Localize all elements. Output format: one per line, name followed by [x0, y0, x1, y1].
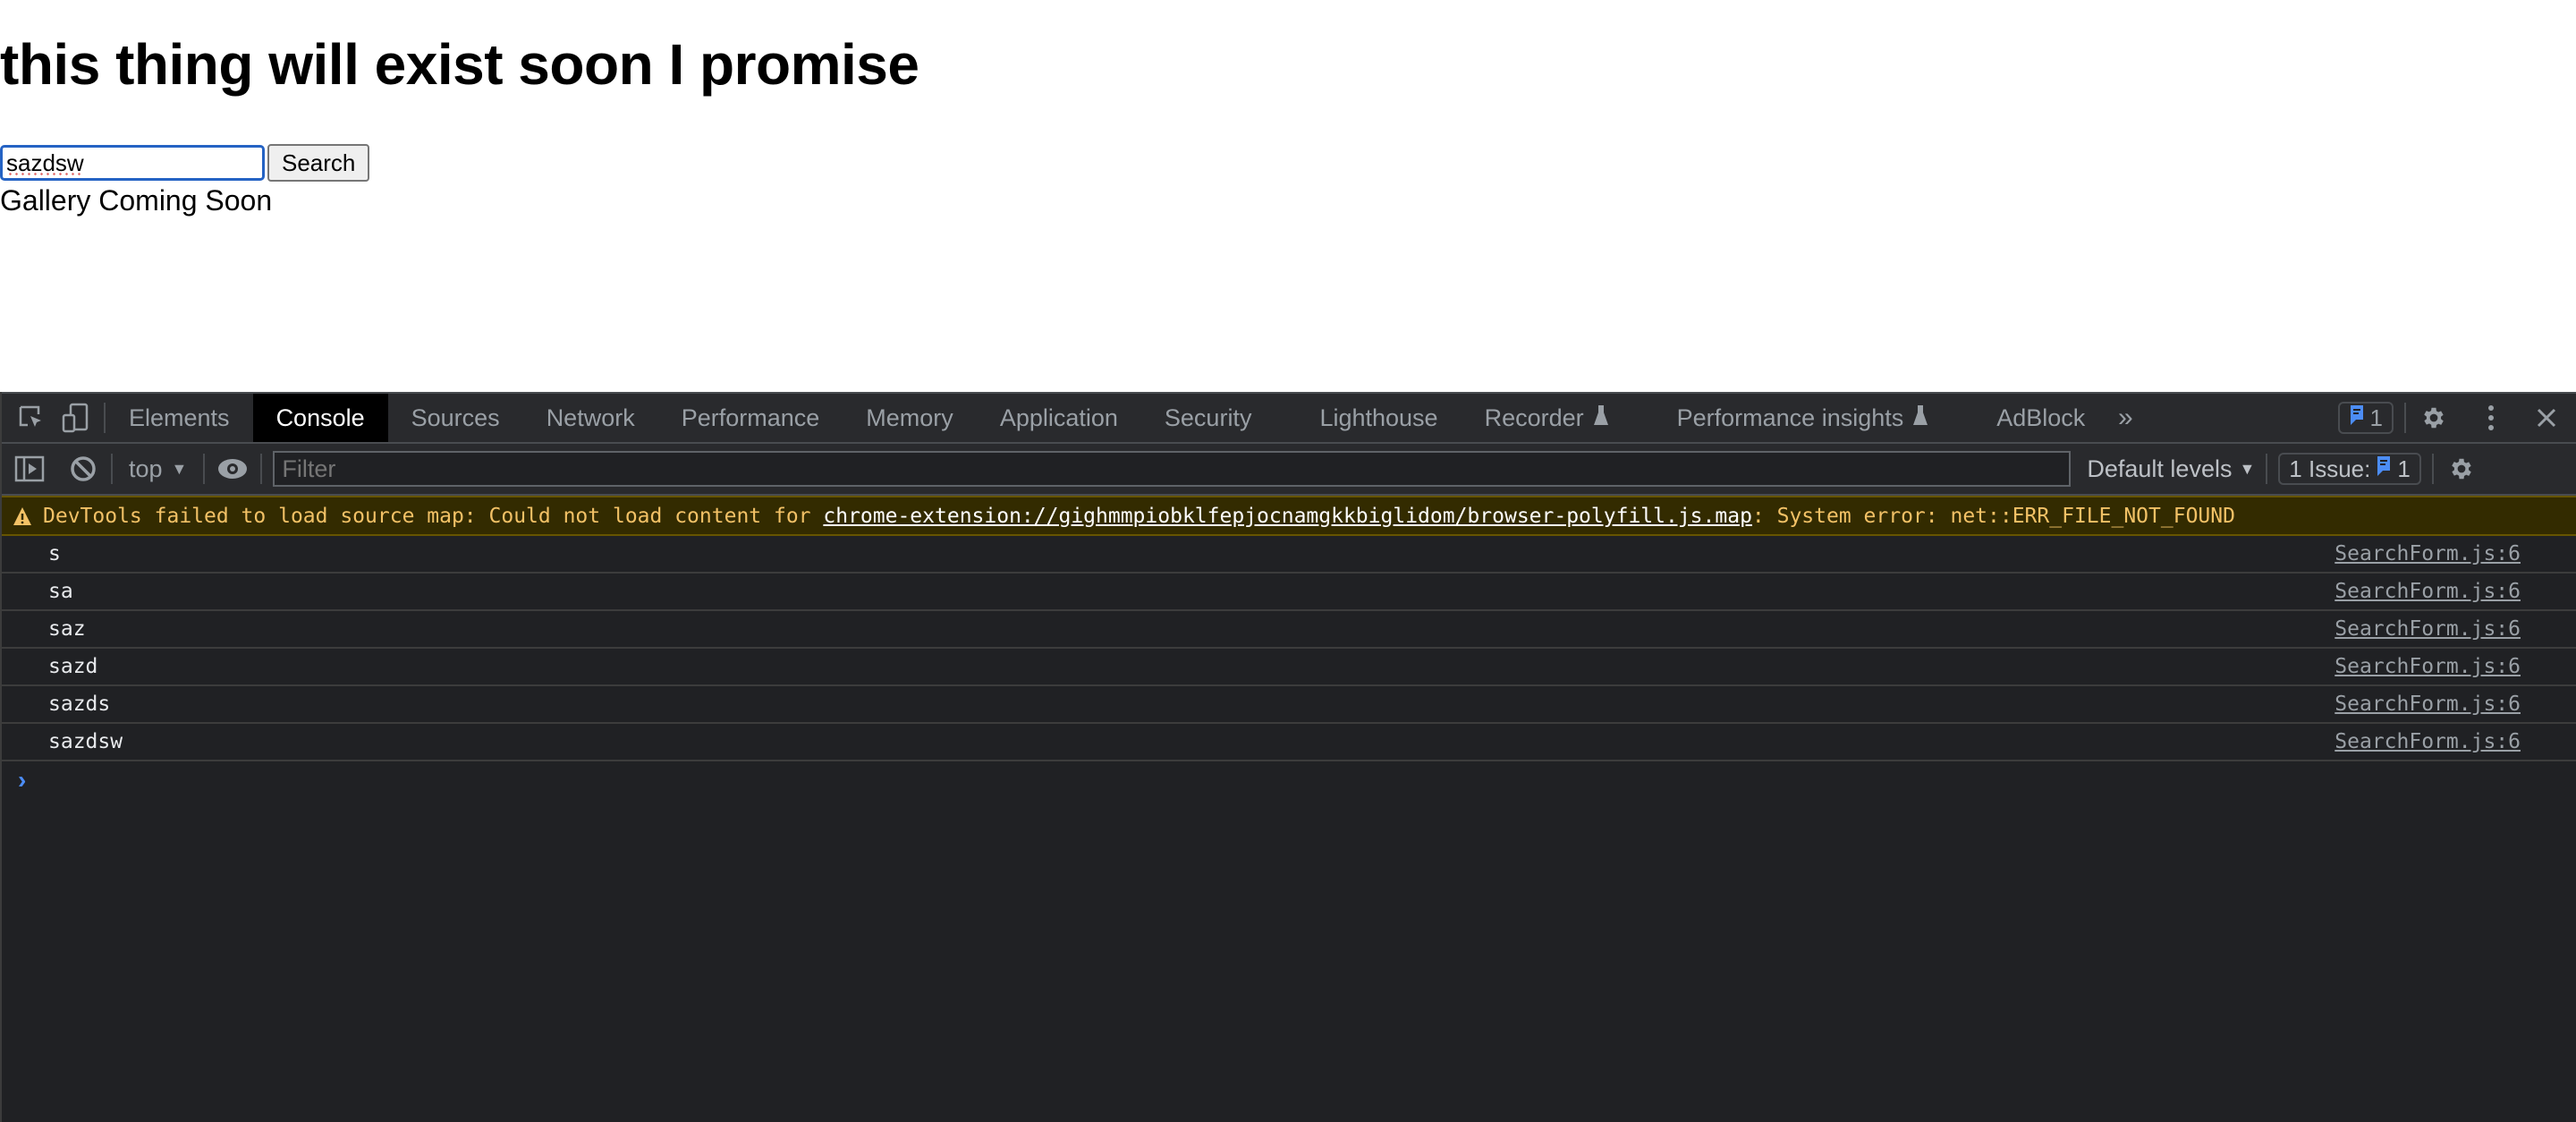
warning-triangle-icon: [13, 506, 32, 526]
tab-performance-insights[interactable]: Performance insights: [1654, 394, 1974, 442]
console-prompt[interactable]: ›: [2, 761, 2576, 799]
tab-lighthouse[interactable]: Lighthouse: [1296, 394, 1461, 442]
dropdown-arrow-icon: ▼: [2239, 459, 2256, 478]
more-tabs-chevrons-icon[interactable]: »: [2108, 401, 2142, 435]
tab-label: Network: [546, 404, 635, 431]
log-source-link[interactable]: SearchForm.js:6: [2334, 542, 2521, 565]
tab-label: Performance: [681, 404, 820, 431]
tab-label: Console: [275, 404, 365, 431]
tab-console[interactable]: Console: [252, 394, 388, 442]
divider: [111, 454, 113, 484]
issues-badge-button[interactable]: 1: [2337, 402, 2394, 434]
issues-toolbar-button[interactable]: 1 Issue: 1: [2278, 453, 2421, 485]
tab-application[interactable]: Application: [977, 394, 1141, 442]
settings-gear-icon[interactable]: [2417, 401, 2451, 435]
tab-sources[interactable]: Sources: [388, 394, 523, 442]
inspect-element-icon[interactable]: [14, 401, 48, 435]
web-page: this thing will exist soon I promise Sea…: [0, 0, 2576, 392]
tab-label: AdBlock: [1996, 404, 2086, 431]
console-log-row: sazds SearchForm.js:6: [2, 686, 2576, 724]
devtools-panel: Elements Console Sources Network Perform…: [0, 392, 2576, 1122]
search-input-wrapper: [0, 145, 265, 181]
gallery-placeholder-text: Gallery Coming Soon: [0, 184, 273, 217]
more-options-kebab-icon[interactable]: [2474, 401, 2508, 435]
tab-label: Application: [999, 404, 1118, 431]
issues-count: 1: [2397, 455, 2411, 482]
log-levels-dropdown[interactable]: Default levels ▼: [2087, 455, 2255, 483]
devtools-tabbar: Elements Console Sources Network Perform…: [2, 392, 2576, 444]
log-message: sazdsw: [48, 730, 123, 753]
tab-label: Memory: [866, 404, 953, 431]
log-message: sazds: [48, 693, 111, 716]
tab-performance[interactable]: Performance: [658, 394, 843, 442]
tab-label: Sources: [411, 404, 500, 431]
log-message: saz: [48, 617, 86, 641]
log-source-link[interactable]: SearchForm.js:6: [2334, 617, 2521, 641]
issues-label: 1 Issue:: [2289, 455, 2371, 482]
warning-source-map-link[interactable]: chrome-extension://gighmmpiobklfepjocnam…: [823, 505, 1752, 528]
warning-error-text: : System error: net::ERR_FILE_NOT_FOUND: [1751, 504, 2235, 528]
divider: [2431, 454, 2434, 484]
console-log-row: sazdsw SearchForm.js:6: [2, 724, 2576, 761]
tab-label: Recorder: [1484, 404, 1584, 431]
search-button[interactable]: Search: [267, 144, 370, 182]
log-source-link[interactable]: SearchForm.js:6: [2334, 730, 2521, 753]
close-devtools-icon[interactable]: [2529, 401, 2563, 435]
tab-network[interactable]: Network: [523, 394, 658, 442]
console-toolbar: top ▼ Default levels ▼ 1 Issue: 1: [2, 444, 2576, 496]
console-warning-message: DevTools failed to load source map: Coul…: [2, 496, 2576, 536]
search-input[interactable]: [0, 145, 265, 181]
show-sidebar-icon[interactable]: [13, 452, 47, 486]
issues-count: 1: [2369, 404, 2383, 431]
issue-message-icon: [2349, 404, 2365, 432]
console-log-row: sa SearchForm.js:6: [2, 574, 2576, 611]
execution-context-dropdown[interactable]: top ▼: [123, 455, 192, 483]
page-heading: this thing will exist soon I promise: [0, 32, 919, 97]
divider: [203, 454, 206, 484]
experimental-flask-icon: [1912, 404, 1928, 432]
tab-label: Lighthouse: [1319, 404, 1438, 431]
log-source-link[interactable]: SearchForm.js:6: [2334, 655, 2521, 678]
divider: [104, 403, 106, 433]
tab-recorder[interactable]: Recorder: [1462, 394, 1654, 442]
clear-console-icon[interactable]: [66, 452, 100, 486]
levels-label: Default levels: [2087, 455, 2233, 482]
tab-memory[interactable]: Memory: [843, 394, 977, 442]
divider: [2266, 454, 2268, 484]
tab-label: Elements: [129, 404, 230, 431]
tab-adblock[interactable]: AdBlock: [1973, 394, 2108, 442]
log-message: s: [48, 542, 61, 565]
search-form: Search: [0, 144, 370, 182]
console-log-row: sazd SearchForm.js:6: [2, 649, 2576, 686]
warning-text: DevTools failed to load source map: Coul…: [43, 504, 824, 528]
console-log-row: saz SearchForm.js:6: [2, 611, 2576, 649]
log-message: sazd: [48, 655, 98, 678]
divider: [2404, 403, 2406, 433]
divider: [260, 454, 263, 484]
live-expression-eye-icon[interactable]: [216, 452, 250, 486]
console-log-row: s SearchForm.js:6: [2, 536, 2576, 574]
tab-elements[interactable]: Elements: [116, 394, 253, 442]
tab-label: Performance insights: [1676, 404, 1904, 431]
prompt-chevron-icon: ›: [18, 766, 27, 794]
tabbar-right-controls: 1: [2337, 394, 2576, 442]
console-settings-gear-icon[interactable]: [2445, 452, 2479, 486]
log-source-link[interactable]: SearchForm.js:6: [2334, 693, 2521, 716]
experimental-flask-icon: [1593, 404, 1609, 432]
dropdown-arrow-icon: ▼: [171, 459, 188, 478]
context-label: top: [129, 455, 163, 482]
log-source-link[interactable]: SearchForm.js:6: [2334, 580, 2521, 603]
issue-message-icon: [2376, 455, 2392, 483]
log-message: sa: [48, 580, 73, 603]
device-toolbar-icon[interactable]: [59, 401, 93, 435]
console-filter-input[interactable]: [273, 451, 2072, 487]
tab-label: Security: [1164, 404, 1252, 431]
tab-security[interactable]: Security: [1141, 394, 1297, 442]
